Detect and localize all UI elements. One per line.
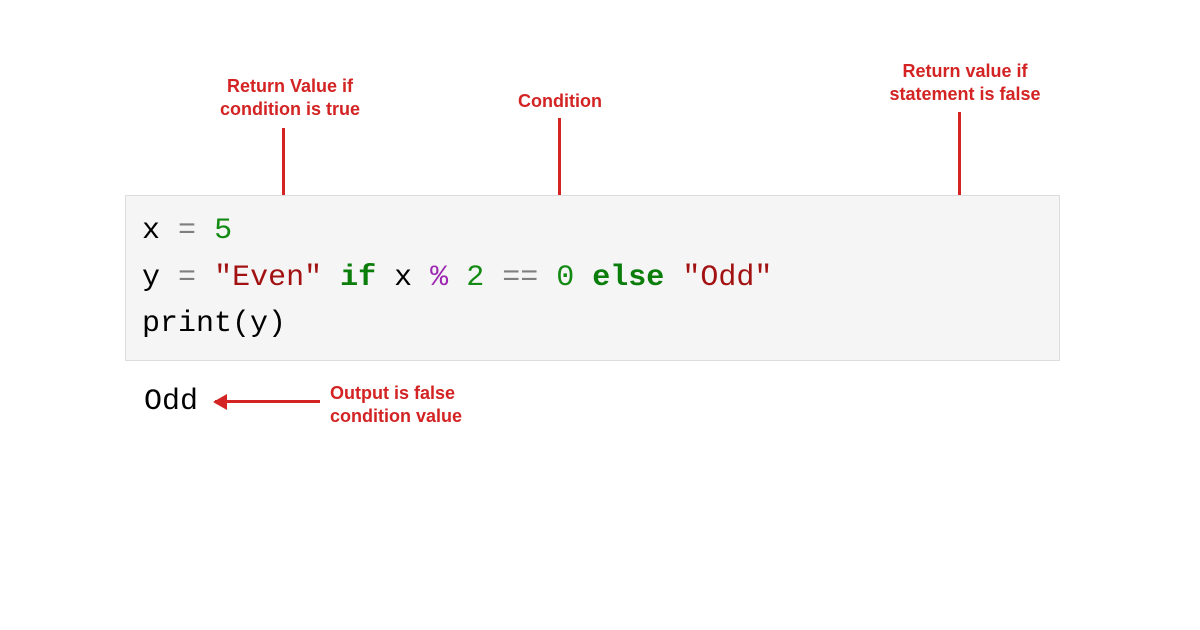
token-else: else (592, 261, 664, 295)
annotation-output: Output is falsecondition value (330, 382, 510, 429)
token-num-2: 2 (466, 261, 484, 295)
token-num-0: 0 (556, 261, 574, 295)
token-var-x2: x (394, 261, 412, 295)
token-if: if (340, 261, 376, 295)
code-line-1: x = 5 (142, 208, 1043, 255)
annotation-true-return: Return Value ifcondition is true (200, 75, 380, 122)
token-var-y: y (142, 261, 160, 295)
code-line-2: y = "Even" if x % 2 == 0 else "Odd" (142, 255, 1043, 302)
token-eq: == (502, 261, 538, 295)
annotation-condition: Condition (500, 90, 620, 113)
token-str-even: "Even" (214, 261, 322, 295)
token-arg-y: y (250, 307, 268, 341)
code-line-3: print(y) (142, 301, 1043, 348)
code-block: x = 5 y = "Even" if x % 2 == 0 else "Odd… (125, 195, 1060, 361)
token-close-paren: ) (268, 307, 286, 341)
token-num-5: 5 (214, 214, 232, 248)
arrow-output (215, 400, 320, 403)
token-str-odd: "Odd" (682, 261, 772, 295)
token-var-x: x (142, 214, 160, 248)
token-assign-2: = (178, 261, 196, 295)
token-open-paren: ( (232, 307, 250, 341)
token-print: print (142, 307, 232, 341)
annotation-false-return: Return value ifstatement is false (870, 60, 1060, 107)
output-text: Odd (144, 385, 198, 419)
token-mod: % (430, 261, 448, 295)
token-assign: = (178, 214, 196, 248)
